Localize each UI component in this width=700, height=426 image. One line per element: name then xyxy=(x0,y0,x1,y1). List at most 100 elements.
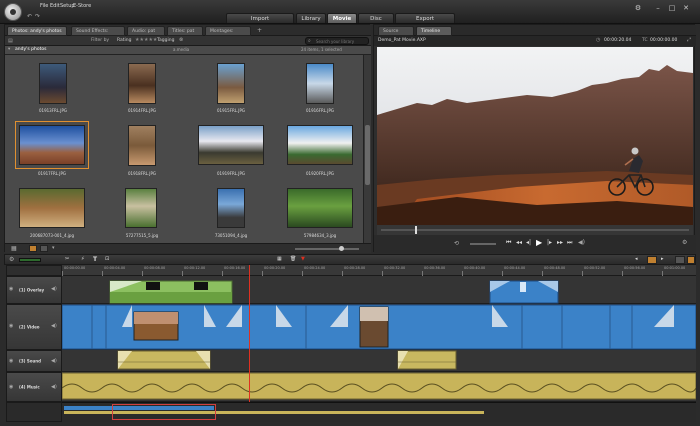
jog-shuttle[interactable] xyxy=(470,243,496,245)
track-lock-icon[interactable]: ◉ xyxy=(9,323,13,329)
track-header-overlay[interactable]: ◉ (1) Overlay ◀) xyxy=(6,276,62,304)
trash-icon[interactable]: 🗑 xyxy=(290,256,296,262)
redo-icon[interactable]: ↷ xyxy=(35,13,40,20)
magnet-icon[interactable] xyxy=(647,256,657,264)
search-input[interactable] xyxy=(316,38,368,44)
tab-movie[interactable]: Movie xyxy=(327,13,357,23)
library-tab-sound-effects[interactable]: Sound Effects: ma... xyxy=(71,26,125,43)
loop-icon[interactable]: ⟲ xyxy=(454,240,459,247)
zoom-slider[interactable] xyxy=(295,248,359,250)
tagging-label[interactable]: Tagging xyxy=(157,38,174,43)
list-view-icon[interactable]: ▦ xyxy=(11,245,17,252)
dropdown-icon[interactable]: ▾ xyxy=(52,245,55,251)
list-item[interactable] xyxy=(19,188,85,228)
search-box[interactable]: ⌕ xyxy=(305,37,369,45)
razor-icon[interactable]: ⚡ xyxy=(81,256,85,262)
track-audio-icon[interactable]: ◀) xyxy=(51,358,57,364)
timeline-settings-icon[interactable]: ⚙ xyxy=(9,256,14,263)
track-audio-icon[interactable]: ◀) xyxy=(51,323,57,329)
split-icon[interactable]: ✂ xyxy=(65,256,69,262)
library-tab-photos[interactable]: Photos: andy's photos xyxy=(7,26,67,36)
list-item[interactable] xyxy=(217,188,245,228)
menu-file[interactable]: File xyxy=(40,3,48,9)
add-tab-icon[interactable]: + xyxy=(257,27,262,34)
list-item[interactable] xyxy=(306,63,334,104)
fullscreen-icon[interactable]: ⤢ xyxy=(687,37,691,43)
list-item[interactable] xyxy=(128,63,156,104)
preview-scrubber[interactable] xyxy=(377,225,693,235)
play-icon[interactable]: ▶ xyxy=(536,238,542,247)
minimize-icon[interactable]: – xyxy=(654,4,662,12)
music-clip[interactable] xyxy=(62,372,696,400)
menu-edit[interactable]: Edit xyxy=(50,3,60,9)
zoom-in-icon[interactable]: ▸ xyxy=(661,256,664,262)
collapse-icon[interactable]: ▾ xyxy=(8,47,10,52)
fast-forward-icon[interactable]: ▸▸ xyxy=(557,239,563,246)
browser-toggle-icon[interactable]: ▤ xyxy=(8,38,13,44)
ruler-tick-label: 00:00:12.00 xyxy=(184,266,206,270)
maximize-icon[interactable]: □ xyxy=(668,4,676,12)
track-lock-icon[interactable]: ◉ xyxy=(9,358,13,364)
grid-view-icon[interactable] xyxy=(29,245,37,252)
zoom-out-icon[interactable]: ◂ xyxy=(635,256,638,262)
scrollbar-thumb[interactable] xyxy=(365,125,370,185)
title-tool-icon[interactable]: T xyxy=(93,256,97,263)
video-clip[interactable] xyxy=(62,304,696,350)
list-item[interactable] xyxy=(39,63,67,104)
list-item[interactable] xyxy=(217,63,245,104)
track-audio-icon[interactable]: ◀) xyxy=(51,384,57,390)
go-to-end-icon[interactable]: ⏭ xyxy=(567,239,572,247)
marker-icon[interactable]: ▼ xyxy=(301,256,305,262)
list-item[interactable] xyxy=(287,188,353,228)
library-tab-montages[interactable]: Montages: pat... xyxy=(205,26,251,43)
library-tab-titles[interactable]: Titles: pat xyxy=(167,26,203,36)
step-forward-icon[interactable]: |▸ xyxy=(547,239,552,246)
library-tab-audio[interactable]: Audio: pat xyxy=(127,26,165,36)
tab-disc[interactable]: Disc xyxy=(358,13,394,23)
tag-icon[interactable]: ⊗ xyxy=(179,37,183,43)
timeline-ruler[interactable]: 00:00:00.00 00:00:04.00 00:00:08.00 00:00:1… xyxy=(62,265,696,276)
step-back-icon[interactable]: ◂| xyxy=(526,239,531,246)
track-header-video[interactable]: ◉ (2) Video ◀) xyxy=(6,304,62,350)
timeline-options-icon[interactable] xyxy=(687,256,695,264)
storyboard-icon[interactable]: ▦ xyxy=(277,256,282,262)
track-audio-icon[interactable]: ◀) xyxy=(51,286,57,292)
zoom-slider-handle[interactable] xyxy=(339,246,344,251)
menu-estore[interactable]: E-Store xyxy=(73,3,91,9)
tab-timeline[interactable]: Timeline xyxy=(416,26,452,36)
tab-library[interactable]: Library xyxy=(296,13,326,23)
overlay-clip[interactable] xyxy=(489,280,559,304)
list-item[interactable] xyxy=(287,125,353,165)
tab-import[interactable]: Import xyxy=(226,13,294,23)
overlay-clip[interactable] xyxy=(109,280,233,304)
close-icon[interactable]: ✕ xyxy=(682,4,690,12)
timeline-playhead[interactable] xyxy=(249,265,250,403)
rewind-icon[interactable]: ◂◂ xyxy=(516,239,522,246)
scrub-handle[interactable] xyxy=(415,226,417,234)
track-header-sound[interactable]: ◉ (3) Sound ◀) xyxy=(6,350,62,372)
sound-clip[interactable] xyxy=(117,350,211,370)
volume-icon[interactable]: ◀) xyxy=(578,239,585,246)
snapshot-icon[interactable]: ⊡ xyxy=(105,256,109,262)
list-item[interactable] xyxy=(15,121,89,169)
filmstrip-view-icon[interactable] xyxy=(40,245,48,252)
list-item[interactable] xyxy=(128,125,156,166)
list-item[interactable] xyxy=(125,188,157,228)
timeline-navigator[interactable] xyxy=(62,402,696,422)
list-item[interactable] xyxy=(198,125,264,165)
settings-icon[interactable]: ⚙ xyxy=(634,4,642,12)
rating-stars-icon[interactable]: ★★★★★ xyxy=(135,37,157,43)
tab-source[interactable]: Source xyxy=(378,26,414,36)
item-caption: 57984634_3.jpg xyxy=(303,233,337,238)
navigator-viewport[interactable] xyxy=(112,404,216,420)
library-scrollbar[interactable] xyxy=(363,55,371,243)
go-to-start-icon[interactable]: ⏮ xyxy=(506,239,511,247)
fit-timeline-icon[interactable] xyxy=(675,256,685,264)
player-settings-icon[interactable]: ⚙ xyxy=(682,239,687,246)
tab-export[interactable]: Export xyxy=(395,13,455,23)
sound-clip[interactable] xyxy=(397,350,457,370)
undo-icon[interactable]: ↶ xyxy=(27,13,32,20)
track-header-music[interactable]: ◉ (4) Music ◀) xyxy=(6,372,62,402)
track-lock-icon[interactable]: ◉ xyxy=(9,384,13,390)
track-lock-icon[interactable]: ◉ xyxy=(9,286,13,292)
